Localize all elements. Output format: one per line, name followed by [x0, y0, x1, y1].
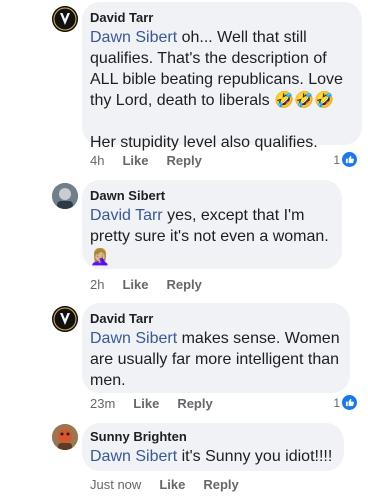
comment-time[interactable]: 4h [90, 153, 104, 168]
comment-meta: 23m Like Reply [90, 396, 213, 411]
comment-time[interactable]: Just now [90, 477, 141, 492]
like-button[interactable]: Like [159, 477, 185, 492]
reply-button[interactable]: Reply [166, 277, 201, 292]
comment-author[interactable]: David Tarr [90, 311, 340, 327]
mention-link[interactable]: David Tarr [90, 207, 163, 224]
avatar-logo-icon [52, 6, 78, 32]
reaction-count[interactable]: 1 [333, 394, 358, 411]
avatar-logo-icon [52, 306, 78, 332]
comment-author[interactable]: Sunny Brighten [90, 429, 334, 445]
facepalm-emoji: 🤦🏼‍♀️ [90, 249, 110, 266]
comment-bubble: David Tarr Dawn Sibert makes sense. Wome… [82, 303, 350, 393]
comment-author[interactable]: David Tarr [90, 10, 352, 26]
comment-bubble: Sunny Brighten Dawn Sibert it's Sunny yo… [82, 423, 344, 471]
reaction-count[interactable]: 1 [333, 151, 358, 168]
thumbs-up-icon [341, 394, 358, 411]
comment-text: David Tarr yes, except that I'm pretty s… [90, 207, 329, 266]
mention-link[interactable]: Dawn Sibert [90, 29, 177, 46]
comment-text: Dawn Sibert makes sense. Women are usual… [90, 330, 340, 389]
mention-link[interactable]: Dawn Sibert [90, 330, 177, 347]
reply-button[interactable]: Reply [166, 153, 201, 168]
comment-text: Dawn Sibert oh... Well that still qualif… [90, 29, 343, 151]
thumbs-up-icon [341, 151, 358, 168]
avatar-david-tarr[interactable] [52, 6, 78, 32]
comment-time[interactable]: 23m [90, 396, 115, 411]
avatar-sunny-brighten[interactable] [52, 424, 78, 450]
comment-author[interactable]: Dawn Sibert [90, 188, 332, 204]
comment-time[interactable]: 2h [90, 277, 104, 292]
avatar-david-tarr[interactable] [52, 306, 78, 332]
reply-button[interactable]: Reply [203, 477, 238, 492]
like-button[interactable]: Like [122, 277, 148, 292]
mention-link[interactable]: Dawn Sibert [90, 448, 177, 465]
avatar-photo-icon [52, 183, 78, 209]
avatar-dawn-sibert[interactable] [52, 183, 78, 209]
like-button[interactable]: Like [133, 396, 159, 411]
comment-text: Dawn Sibert it's Sunny you idiot!!!! [90, 448, 333, 465]
comment-meta: 2h Like Reply [90, 277, 202, 292]
comment-meta: 4h Like Reply [90, 153, 202, 168]
reply-button[interactable]: Reply [177, 396, 212, 411]
comment-meta: Just now Like Reply [90, 477, 239, 492]
avatar-photo-icon [52, 424, 78, 450]
laughing-emoji: 🤣🤣🤣 [274, 92, 334, 109]
comment-bubble: Dawn Sibert David Tarr yes, except that … [82, 180, 342, 269]
like-button[interactable]: Like [122, 153, 148, 168]
comment-bubble: David Tarr Dawn Sibert oh... Well that s… [82, 2, 362, 151]
